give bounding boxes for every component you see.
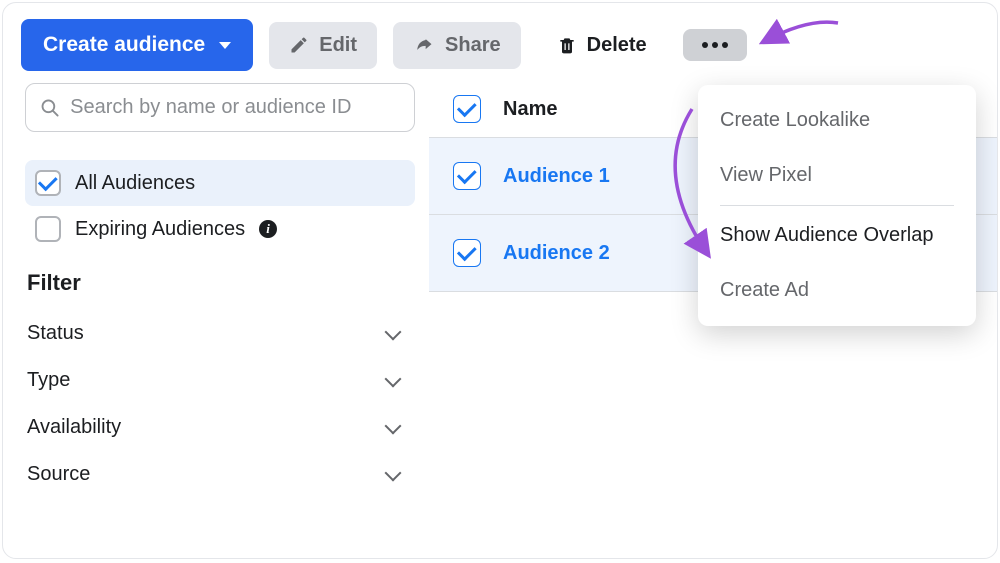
filter-availability[interactable]: Availability: [25, 404, 415, 451]
checkbox-expiring-audiences[interactable]: [35, 216, 61, 242]
filter-label: Type: [27, 369, 70, 392]
filter-type[interactable]: Type: [25, 357, 415, 404]
column-header-name: Name: [503, 98, 557, 121]
filter-label: Availability: [27, 416, 121, 439]
checkbox-all-audiences[interactable]: [35, 170, 61, 196]
more-actions-button[interactable]: [683, 29, 747, 61]
audience-type-list: All Audiences Expiring Audiences i: [25, 160, 415, 252]
delete-button[interactable]: Delete: [537, 22, 667, 69]
caret-down-icon: [219, 42, 231, 49]
filter-label: Status: [27, 322, 84, 345]
dropdown-create-ad[interactable]: Create Ad: [698, 263, 976, 318]
chevron-down-icon: [385, 370, 402, 387]
edit-button[interactable]: Edit: [269, 22, 377, 69]
dropdown-create-lookalike[interactable]: Create Lookalike: [698, 93, 976, 148]
dropdown-view-pixel[interactable]: View Pixel: [698, 148, 976, 203]
filter-label: Source: [27, 463, 90, 486]
more-actions-dropdown: Create Lookalike View Pixel Show Audienc…: [698, 85, 976, 326]
filter-status[interactable]: Status: [25, 310, 415, 357]
sidebar: All Audiences Expiring Audiences i Filte…: [3, 83, 429, 514]
sidebar-item-label: All Audiences: [75, 172, 195, 195]
row-checkbox[interactable]: [453, 162, 481, 190]
dropdown-divider: [720, 205, 954, 206]
search-input[interactable]: [70, 96, 400, 119]
info-icon[interactable]: i: [259, 220, 277, 238]
chevron-down-icon: [385, 417, 402, 434]
chevron-down-icon: [385, 464, 402, 481]
filter-source[interactable]: Source: [25, 451, 415, 498]
audience-name-link[interactable]: Audience 1: [503, 165, 610, 188]
search-input-wrapper[interactable]: [25, 83, 415, 132]
search-icon: [40, 97, 60, 119]
pencil-icon: [289, 35, 309, 55]
edit-label: Edit: [319, 34, 357, 57]
delete-label: Delete: [587, 34, 647, 57]
share-label: Share: [445, 34, 501, 57]
sidebar-item-label: Expiring Audiences: [75, 218, 245, 241]
dropdown-show-audience-overlap[interactable]: Show Audience Overlap: [698, 208, 976, 263]
sidebar-item-all-audiences[interactable]: All Audiences: [25, 160, 415, 206]
share-button[interactable]: Share: [393, 22, 521, 69]
create-audience-label: Create audience: [43, 33, 205, 57]
create-audience-button[interactable]: Create audience: [21, 19, 253, 71]
ellipsis-icon: [701, 41, 729, 49]
trash-icon: [557, 34, 577, 56]
sidebar-item-expiring-audiences[interactable]: Expiring Audiences i: [25, 206, 415, 252]
chevron-down-icon: [385, 323, 402, 340]
filter-heading: Filter: [27, 270, 415, 296]
audience-name-link[interactable]: Audience 2: [503, 242, 610, 265]
select-all-checkbox[interactable]: [453, 95, 481, 123]
share-arrow-icon: [413, 35, 435, 55]
row-checkbox[interactable]: [453, 239, 481, 267]
